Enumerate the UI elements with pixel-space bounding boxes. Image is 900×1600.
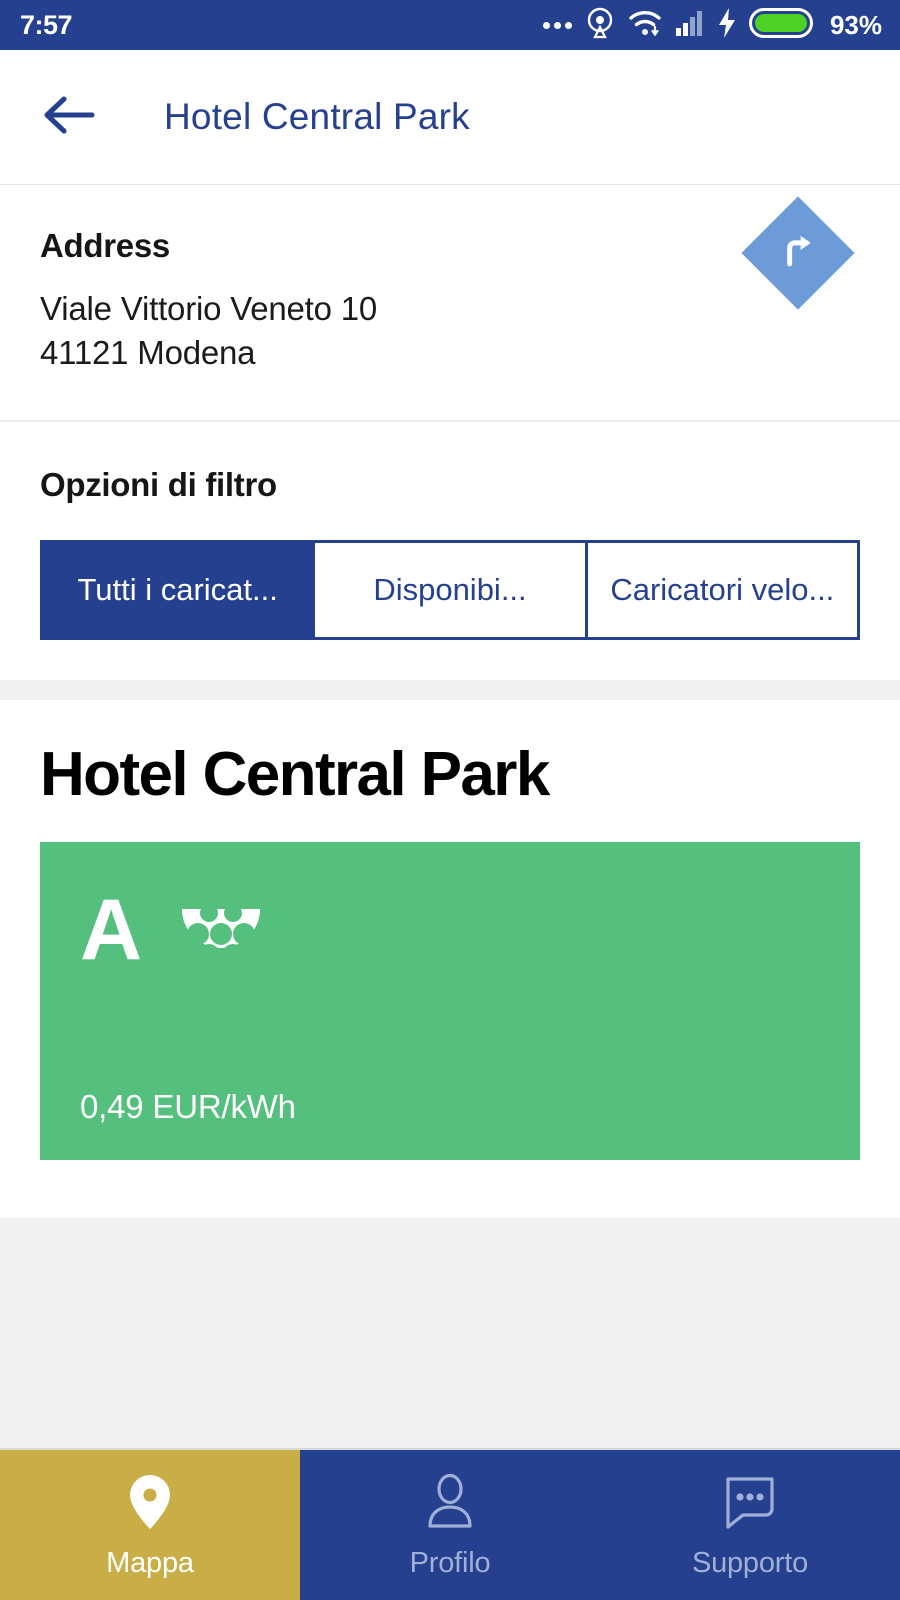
bottom-navigation: Mappa Profilo Supporto (0, 1448, 900, 1600)
status-bar: 7:57 93% (0, 0, 900, 50)
filter-segmented-control: Tutti i caricat... Disponibi... Caricato… (40, 540, 860, 641)
back-button[interactable] (42, 90, 96, 144)
connector-price: 0,49 EUR/kWh (80, 1088, 296, 1126)
charging-bolt-icon (718, 7, 736, 43)
nav-label-mappa: Mappa (106, 1546, 194, 1579)
turn-right-icon (779, 232, 817, 275)
app-screen: 7:57 93% Hotel Central Park Address Vial… (0, 0, 900, 1600)
location-beacon-icon (585, 7, 615, 44)
connector-header: A (80, 880, 820, 981)
person-icon (422, 1471, 478, 1533)
filter-options-card: Opzioni di filtro Tutti i caricat... Dis… (0, 422, 900, 681)
status-time: 7:57 (20, 9, 73, 40)
nav-label-supporto: Supporto (691, 1546, 809, 1579)
address-value: Viale Vittorio Veneto 10 41121 Modena (40, 287, 860, 374)
filter-segment-fast-chargers[interactable]: Caricatori velo... (584, 543, 857, 638)
filter-segment-available[interactable]: Disponibi... (312, 543, 585, 638)
filter-segment-all-chargers[interactable]: Tutti i caricat... (43, 543, 313, 638)
map-pin-icon (122, 1471, 178, 1533)
charger-card: Hotel Central Park A 0,49 EUR/kWh (0, 700, 900, 1219)
arrow-left-icon (42, 93, 96, 142)
page-title: Hotel Central Park (164, 96, 470, 137)
address-card: Address Viale Vittorio Veneto 10 41121 M… (0, 185, 900, 423)
type2-connector-icon (173, 880, 269, 981)
section-gap (0, 680, 900, 701)
nav-tab-mappa[interactable]: Mappa (0, 1450, 300, 1600)
filter-heading: Opzioni di filtro (40, 466, 277, 504)
nav-tab-supporto[interactable]: Supporto (600, 1450, 900, 1600)
address-line-1: Viale Vittorio Veneto 10 (40, 290, 378, 327)
charger-station-name: Hotel Central Park (40, 740, 550, 810)
nav-tab-profilo[interactable]: Profilo (300, 1450, 600, 1600)
status-icon-tray: 93% (542, 7, 882, 44)
app-bar: Hotel Central Park (0, 50, 900, 185)
address-heading: Address (40, 227, 170, 264)
more-dots-icon (542, 21, 572, 29)
nav-label-profilo: Profilo (409, 1546, 491, 1579)
connector-panel[interactable]: A 0,49 EUR/kWh (40, 842, 860, 1161)
page-background-filler (0, 1218, 900, 1448)
connector-label: A (80, 881, 142, 978)
chat-bubble-icon (721, 1471, 779, 1533)
battery-percent-label: 93% (829, 9, 882, 40)
battery-icon (748, 7, 815, 44)
address-line-2: 41121 Modena (40, 333, 256, 371)
signal-icon (675, 9, 705, 42)
wifi-icon (628, 8, 662, 43)
